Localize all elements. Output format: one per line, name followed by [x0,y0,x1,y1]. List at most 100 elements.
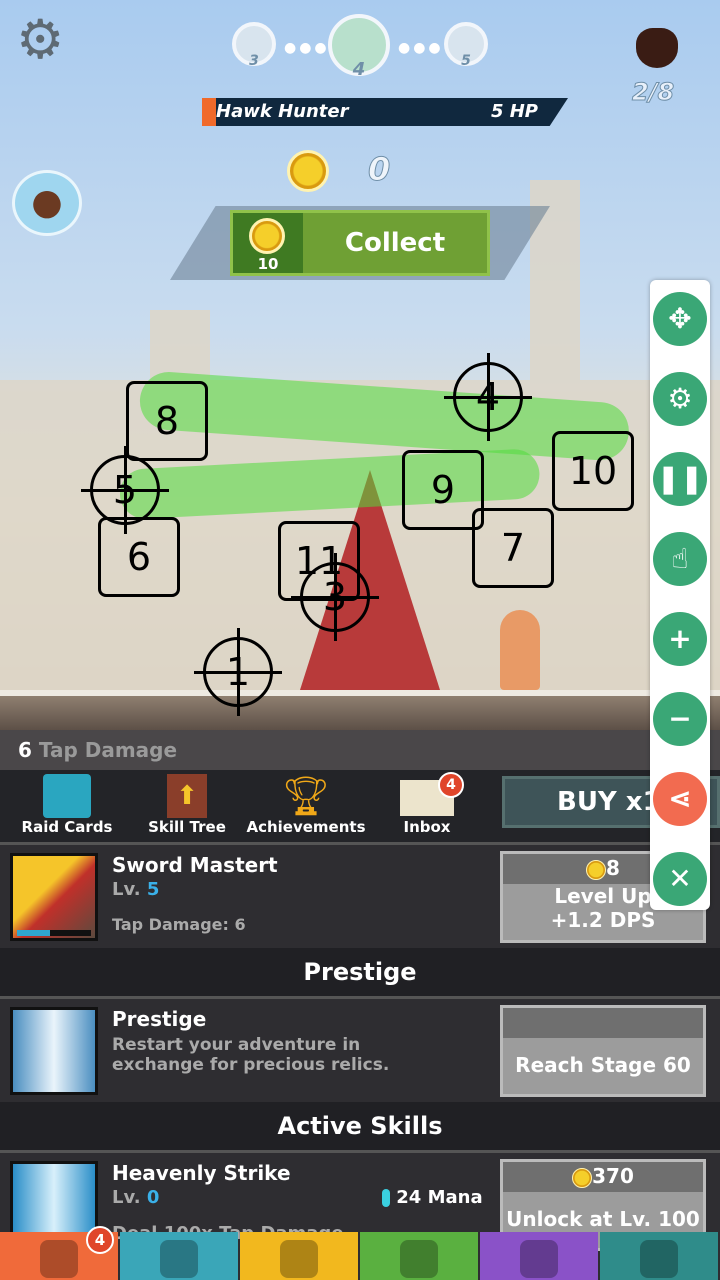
hero-progress-track [17,930,91,936]
collect-label: Collect [344,228,446,258]
boss-hp: 5 HP [490,101,538,122]
target-number: 8 [154,399,180,443]
swipe-gesture-button[interactable]: ☝ [653,532,707,586]
close-button[interactable]: ✕ [653,852,707,906]
pause-button[interactable]: ❚❚ [653,452,707,506]
tab-pets[interactable] [360,1232,478,1280]
stage-number: 5 [461,53,471,69]
stage-number: 4 [352,59,366,80]
prestige-row: Prestige Restart your adventure in excha… [0,996,720,1102]
gold-coin-icon [572,1167,593,1188]
skill-cost: 370 [592,1164,634,1188]
target-number: 5 [112,468,138,512]
prestige-description: exchange for precious relics. [112,1055,390,1075]
stage-number: 3 [249,53,259,69]
prestige-button[interactable]: Reach Stage 60 [500,1005,706,1097]
heroes-icon [160,1240,198,1278]
skill-level: 0 [146,1187,160,1208]
swipe-target-box[interactable]: 11 [278,521,360,601]
powerup-strawberry-icon[interactable]: ● [12,170,82,236]
boss-progress: 2/8 [631,78,675,107]
tap-damage-bar: 6 Tap Damage [0,730,720,770]
menu-label: Raid Cards [21,818,113,836]
tab-clan[interactable] [480,1232,598,1280]
target-number: 6 [126,535,152,579]
prestige-title: Prestige [112,1007,207,1031]
move-button[interactable]: ✥ [653,292,707,346]
achievements-button[interactable]: 🏆︎ Achievements [246,774,366,836]
clan-icon [520,1240,558,1278]
collect-button[interactable]: 10 Collect [230,210,490,276]
level-label: Lv. [112,879,141,900]
section-header-active-skills: Active Skills [0,1102,720,1150]
tab-shop[interactable] [600,1232,718,1280]
mana-icon [382,1189,390,1207]
hero-character [500,610,540,690]
tab-sword[interactable]: 4 [0,1226,118,1280]
tap-target-crosshair[interactable]: 1 [194,628,282,716]
shop-icon [640,1240,678,1278]
cost-strip [503,1008,703,1038]
pets-icon [400,1240,438,1278]
settings-gear-icon[interactable]: ⚙ [16,12,64,68]
hp-fill [202,98,216,126]
target-number: 7 [500,526,526,570]
sword-icon [40,1240,78,1278]
collect-amount: 10 [257,255,279,273]
stage-node: 5 [444,22,488,69]
menu-label: Achievements [246,818,366,836]
menu-label: Skill Tree [148,818,226,836]
target-number: 11 [294,539,344,583]
skill-title: Heavenly Strike [112,1161,291,1185]
tab-badge: 4 [86,1226,114,1254]
prestige-description: Restart your adventure in [112,1035,361,1055]
skill-tree-button[interactable]: ⬆ Skill Tree [142,774,232,836]
prestige-button-label: Reach Stage 60 [515,1053,691,1077]
hero-name: Sword Mastert [112,853,278,877]
tap-damage-value: 6 [18,738,32,762]
gold-coin-icon [249,218,285,254]
tap-target-crosshair[interactable]: 5 [81,446,169,534]
level-label: Lv. [112,1187,141,1208]
tab-equipment[interactable] [240,1232,358,1280]
game-scene[interactable]: ⚙ 3 ●●● 4 ●●● 5 2/8 Hawk Hunter 5 HP 0 ●… [0,0,720,730]
hero-row: Sword Mastert Lv. 5 Tap Damage: 6 8 Leve… [0,842,720,948]
minus-button[interactable]: − [653,692,707,746]
share-button[interactable]: ⋖ [653,772,707,826]
boss-name: Hawk Hunter [216,101,349,122]
swipe-target-box[interactable]: 8 [126,381,208,461]
swipe-target-box[interactable]: 9 [402,450,484,530]
hero-portrait [10,853,98,941]
target-number: 10 [568,449,618,493]
target-number: 4 [475,375,501,419]
swipe-target-box[interactable]: 10 [552,431,634,511]
skill-mana: 24 Mana [396,1187,483,1208]
gear-button[interactable]: ⚙ [653,372,707,426]
skill-tree-book-icon: ⬆ [167,774,207,818]
inbox-button[interactable]: Inbox 4 [390,772,464,836]
tap-damage-label: Tap Damage [38,738,178,762]
hero-stat: Tap Damage: 6 [112,915,246,934]
raid-cards-button[interactable]: Raid Cards [20,774,114,836]
menu-label: Inbox [403,818,451,836]
stage-dots: ●●● [284,40,330,56]
tab-heroes[interactable] [120,1232,238,1280]
boss-icon[interactable] [636,28,678,68]
swipe-target-box[interactable]: 6 [98,517,180,597]
stage-dots: ●●● [398,40,444,56]
raid-cards-icon [43,774,91,818]
inbox-badge: 4 [438,772,464,798]
ground [0,690,720,730]
stage-node: 3 [232,22,276,69]
plus-button[interactable]: + [653,612,707,666]
target-number: 1 [225,650,251,694]
tap-target-crosshair[interactable]: 4 [444,353,532,441]
prestige-portrait [10,1007,98,1095]
cost-strip: 370 [503,1162,703,1192]
swipe-target-box[interactable]: 7 [472,508,554,588]
target-number: 9 [430,468,456,512]
hero-progress-fill [17,930,51,936]
section-title: Active Skills [277,1112,443,1140]
equipment-icon [280,1240,318,1278]
collect-amount-box: 10 [233,213,303,273]
